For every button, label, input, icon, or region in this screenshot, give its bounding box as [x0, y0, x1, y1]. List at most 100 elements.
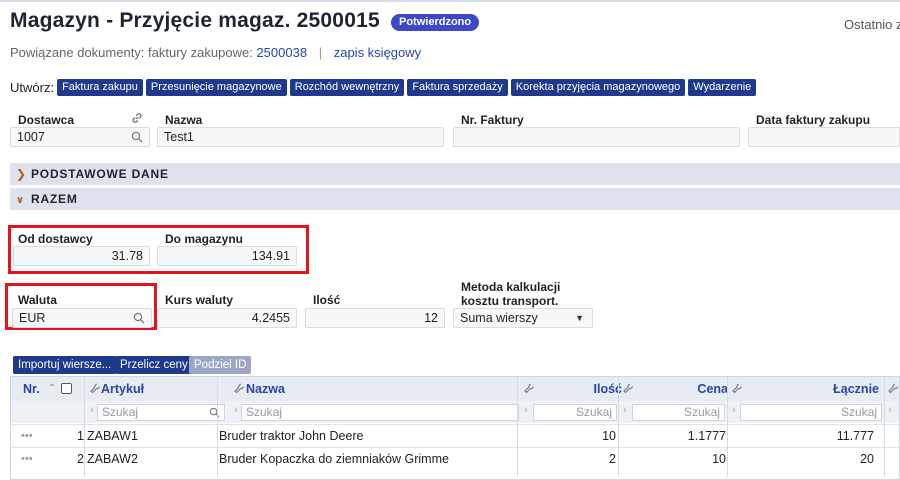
filter-chevron-icon: ›	[524, 404, 528, 416]
create-stock-transfer-button[interactable]: Przesunięcie magazynowe	[145, 78, 287, 96]
recalculate-prices-button[interactable]: Przelicz ceny	[115, 356, 193, 374]
row-number: 1	[77, 429, 84, 443]
column-divider	[884, 377, 885, 477]
create-internal-issue-button[interactable]: Rozchód wewnętrzny	[289, 78, 405, 96]
transport-method-label-line1: Metoda kalkulacji	[461, 280, 561, 294]
column-divider	[84, 377, 85, 477]
supplier-value: 1007	[17, 130, 45, 144]
filter-chevron-icon: ›	[732, 404, 736, 416]
exchange-rate-field[interactable]: 4.2455	[157, 308, 297, 328]
currency-field[interactable]: EUR	[12, 308, 152, 328]
wrench-icon	[524, 383, 534, 394]
transport-method-select[interactable]: Suma wierszy ▼	[453, 308, 593, 328]
wrench-icon	[234, 383, 244, 394]
items-grid: Nr. ⌃ Artykuł Nazwa Ilość Cena Łącznie ›…	[10, 376, 900, 480]
header-article[interactable]: Artykuł	[101, 377, 144, 401]
select-all-checkbox[interactable]	[61, 383, 72, 394]
grid-filter-row: › Szukaj › Szukaj › Szukaj › Szukaj › Sz…	[11, 401, 899, 423]
invoice-number-label: Nr. Faktury	[461, 113, 524, 127]
row-article[interactable]: ZABAW2	[87, 448, 138, 470]
create-sales-invoice-button[interactable]: Faktura sprzedaży	[407, 78, 508, 96]
invoice-date-field[interactable]	[748, 127, 900, 147]
row-total: 11.777	[836, 429, 874, 443]
quantity-field[interactable]: 12	[305, 308, 445, 328]
invoices-label: faktury zakupowe:	[148, 45, 253, 60]
row-name[interactable]: Bruder traktor John Deere	[219, 425, 364, 447]
related-documents: Powiązane dokumenty: faktury zakupowe: 2…	[10, 45, 421, 60]
related-label: Powiązane dokumenty:	[10, 45, 145, 60]
create-toolbar: Utwórz: Faktura zakupu Przesunięcie maga…	[10, 78, 759, 96]
transport-method-label: Metoda kalkulacji kosztu transport.	[461, 280, 560, 308]
currency-value: EUR	[19, 311, 46, 325]
related-separator: |	[318, 45, 323, 60]
to-warehouse-label: Do magazynu	[165, 232, 244, 246]
transport-method-label-line2: kosztu transport.	[461, 294, 559, 308]
row-price[interactable]: 10	[712, 448, 726, 470]
section-basic-data[interactable]: ❯ PODSTAWOWE DANE	[10, 163, 900, 185]
import-rows-button[interactable]: Importuj wiersze...	[13, 356, 117, 374]
invoice-number-field[interactable]	[453, 127, 740, 147]
supplier-field[interactable]: 1007	[10, 127, 150, 147]
row-menu-icon[interactable]: •••	[21, 448, 33, 470]
invoice-link[interactable]: 2500038	[256, 45, 307, 60]
row-name[interactable]: Bruder Kopaczka do ziemniaków Grimme	[219, 448, 449, 470]
row-price[interactable]: 1.1777	[688, 425, 726, 447]
row-number: 2	[77, 452, 84, 466]
supplier-label: Dostawca	[18, 113, 75, 127]
row-quantity[interactable]: 10	[602, 425, 616, 447]
currency-label: Waluta	[18, 293, 57, 307]
column-divider	[727, 377, 728, 477]
invoice-date-label: Data faktury zakupu	[756, 113, 871, 127]
quantity-label: Ilość	[313, 293, 341, 307]
header-name[interactable]: Nazwa	[246, 377, 285, 401]
page-title: Magazyn - Przyjęcie magaz. 2500015	[10, 9, 380, 32]
create-receipt-correction-button[interactable]: Korekta przyjęcia magazynowego	[510, 78, 686, 96]
search-icon[interactable]	[131, 131, 143, 143]
section-total-title: RAZEM	[31, 192, 78, 206]
wrench-icon	[732, 383, 742, 394]
row-menu-icon[interactable]: •••	[21, 425, 33, 447]
filter-article-placeholder: Szukaj	[102, 405, 139, 419]
top-border	[0, 0, 900, 2]
search-icon[interactable]	[209, 407, 220, 418]
filter-name-input[interactable]: Szukaj	[241, 404, 519, 421]
filter-price-input[interactable]: Szukaj	[632, 404, 725, 421]
filter-quantity-input[interactable]: Szukaj	[533, 404, 617, 421]
filter-chevron-icon: ›	[888, 404, 892, 416]
to-warehouse-field[interactable]: 134.91	[157, 246, 297, 266]
header-nr[interactable]: Nr.	[23, 377, 40, 401]
ledger-link[interactable]: zapis księgowy	[334, 45, 421, 60]
from-supplier-field[interactable]: 31.78	[13, 246, 150, 266]
filter-chevron-icon: ›	[234, 404, 238, 416]
split-id-button[interactable]: Podziel ID	[189, 356, 252, 374]
wrench-icon	[623, 383, 633, 394]
link-icon[interactable]	[131, 112, 143, 124]
row-quantity[interactable]: 2	[609, 448, 616, 470]
name-value: Test1	[164, 130, 194, 144]
filter-article-input[interactable]: Szukaj	[97, 404, 225, 421]
header-price[interactable]: Cena	[697, 377, 728, 401]
exchange-rate-label: Kurs waluty	[165, 293, 234, 307]
table-row[interactable]: ••• 2 ZABAW2 Bruder Kopaczka do ziemniak…	[11, 447, 899, 470]
create-event-button[interactable]: Wydarzenie	[688, 78, 757, 96]
dropdown-arrow-icon: ▼	[575, 313, 584, 323]
search-icon[interactable]	[133, 312, 145, 324]
chevron-right-icon: ❯	[16, 167, 27, 181]
wrench-icon	[888, 383, 898, 394]
filter-chevron-icon: ›	[90, 404, 94, 416]
name-label: Nazwa	[165, 113, 203, 127]
table-row[interactable]: ••• 1 ZABAW1 Bruder traktor John Deere 1…	[11, 424, 899, 447]
create-purchase-invoice-button[interactable]: Faktura zakupu	[57, 78, 143, 96]
last-changed-text: Ostatnio z	[844, 17, 900, 32]
filter-total-input[interactable]: Szukaj	[740, 404, 882, 421]
row-article[interactable]: ZABAW1	[87, 425, 138, 447]
sort-icon[interactable]: ⌃	[48, 377, 56, 401]
section-basic-title: PODSTAWOWE DANE	[31, 167, 169, 181]
from-supplier-label: Od dostawcy	[18, 232, 93, 246]
column-divider	[217, 377, 218, 477]
header-total[interactable]: Łącznie	[833, 377, 879, 401]
name-field[interactable]: Test1	[157, 127, 444, 147]
grid-header: Nr. ⌃ Artykuł Nazwa Ilość Cena Łącznie	[11, 377, 899, 401]
chevron-down-icon: ∨	[16, 195, 25, 206]
section-total[interactable]: ∨ RAZEM	[10, 188, 900, 210]
